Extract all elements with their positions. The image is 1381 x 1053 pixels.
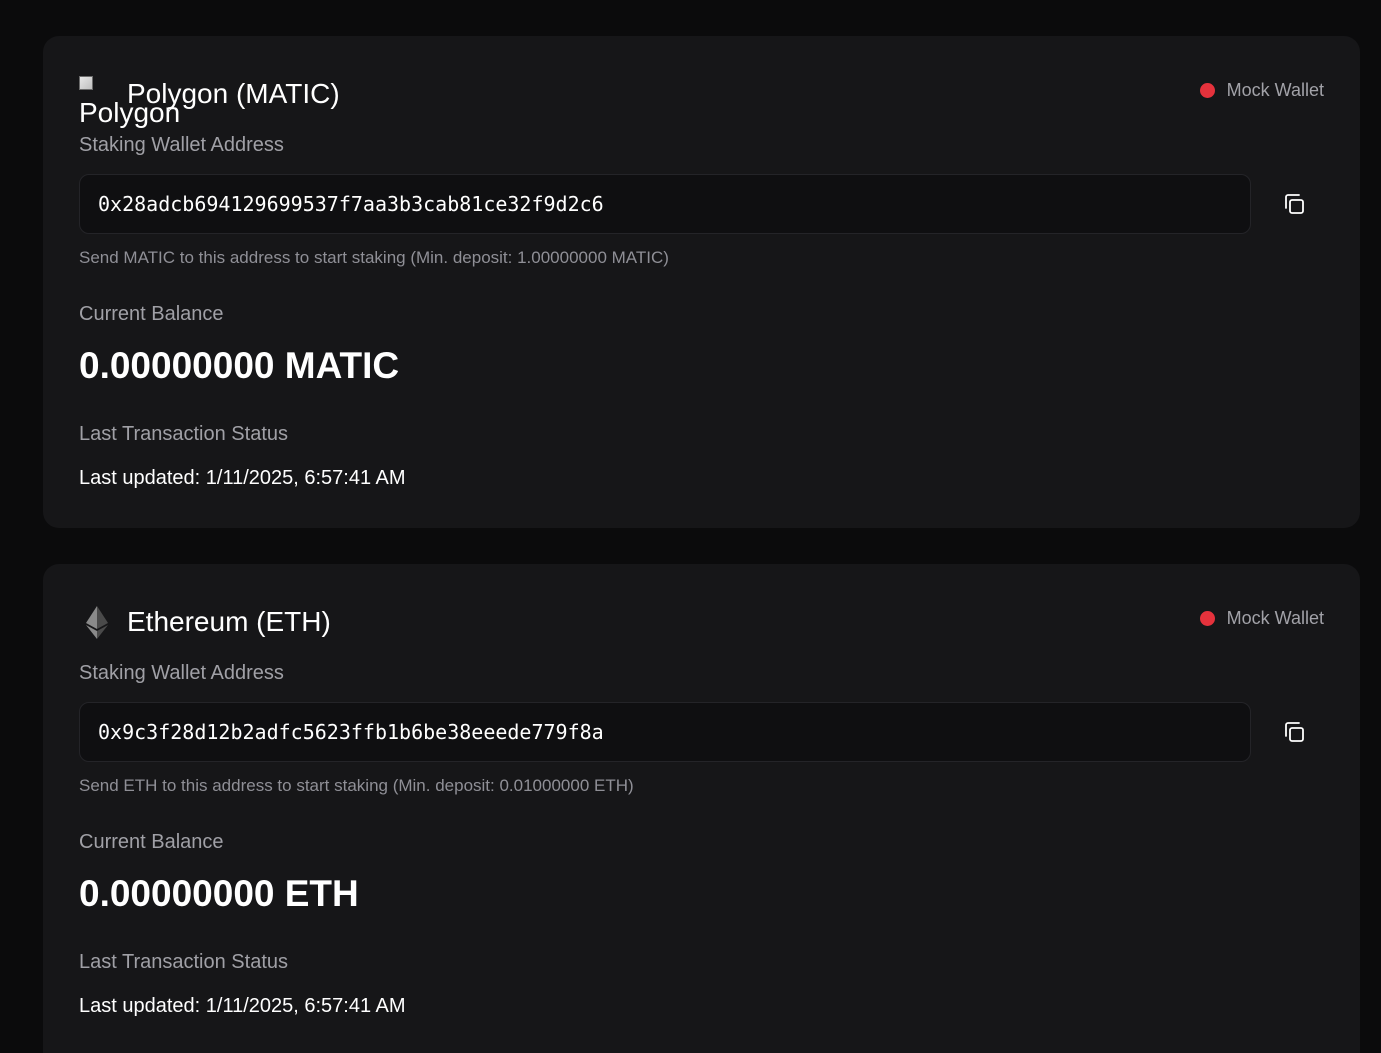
ethereum-icon: [86, 606, 108, 639]
copy-address-button[interactable]: [1279, 717, 1309, 747]
copy-address-button[interactable]: [1279, 189, 1309, 219]
copy-icon: [1285, 194, 1304, 214]
tx-status-label: Last Transaction Status: [79, 423, 289, 445]
polygon-logo: Polygon: [79, 76, 180, 128]
address-label: Staking Wallet Address: [79, 134, 284, 156]
deposit-hint: Send MATIC to this address to start stak…: [79, 248, 669, 267]
wallet-status-label: Mock Wallet: [1226, 608, 1324, 628]
copy-icon: [1285, 722, 1304, 742]
status-dot-icon: [1199, 83, 1215, 98]
balance-value: 0.00000000 ETH: [79, 873, 359, 914]
wallet-card-ethereum: Ethereum (ETH) Mock Wallet Staking Walle…: [43, 564, 1360, 1053]
wallet-address[interactable]: 0x9c3f28d12b2adfc5623ffb1b6be38eeede779f…: [98, 703, 604, 761]
wallet-status-badge: Mock Wallet: [1199, 80, 1324, 101]
wallet-status-badge: Mock Wallet: [1199, 608, 1324, 629]
address-field[interactable]: 0x9c3f28d12b2adfc5623ffb1b6be38eeede779f…: [79, 702, 1251, 762]
wallet-card-header: Polygon Polygon (MATIC): [79, 76, 340, 128]
staking-wallets-page: Polygon Polygon (MATIC) Mock Wallet Stak…: [0, 0, 1381, 1053]
ethereum-logo: [79, 604, 115, 640]
address-label: Staking Wallet Address: [79, 662, 284, 684]
logo-alt-text: Polygon: [79, 97, 181, 128]
address-field[interactable]: 0x28adcb694129699537f7aa3b3cab81ce32f9d2…: [79, 174, 1251, 234]
last-updated: Last updated: 1/11/2025, 6:57:41 AM: [79, 467, 406, 489]
wallet-address[interactable]: 0x28adcb694129699537f7aa3b3cab81ce32f9d2…: [98, 175, 604, 233]
status-dot-icon: [1199, 611, 1215, 626]
deposit-hint: Send ETH to this address to start stakin…: [79, 776, 634, 795]
broken-image-icon: [79, 76, 93, 90]
last-updated: Last updated: 1/11/2025, 6:57:41 AM: [79, 995, 406, 1017]
balance-label: Current Balance: [79, 303, 224, 325]
balance-value: 0.00000000 MATIC: [79, 345, 400, 386]
wallet-card-header: Ethereum (ETH): [79, 604, 331, 640]
wallet-title: Ethereum (ETH): [127, 606, 331, 637]
wallet-status-label: Mock Wallet: [1226, 80, 1324, 100]
balance-label: Current Balance: [79, 831, 224, 853]
polygon-logo-image: Polygon: [79, 76, 199, 130]
tx-status-label: Last Transaction Status: [79, 951, 289, 973]
wallet-card-polygon: Polygon Polygon (MATIC) Mock Wallet Stak…: [43, 36, 1360, 528]
